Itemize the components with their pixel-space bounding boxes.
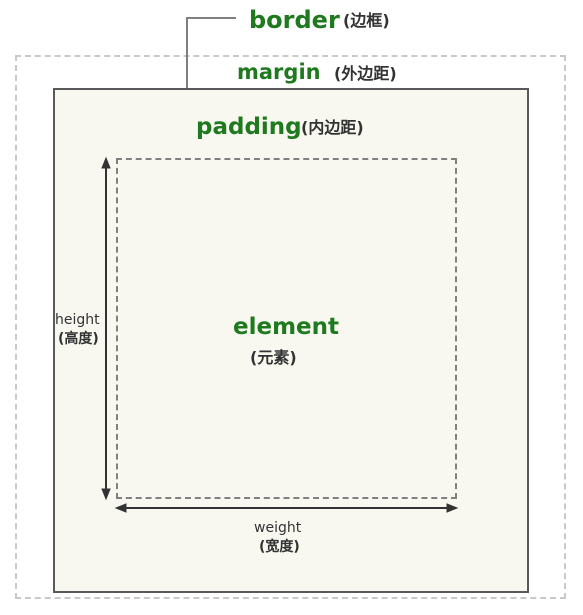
width-arrow: [114, 503, 459, 513]
box-model-diagram: border (边框) margin (外边距) padding (内边距) e…: [0, 0, 583, 615]
height-arrow: [101, 156, 111, 501]
dimension-arrows: [101, 156, 459, 513]
